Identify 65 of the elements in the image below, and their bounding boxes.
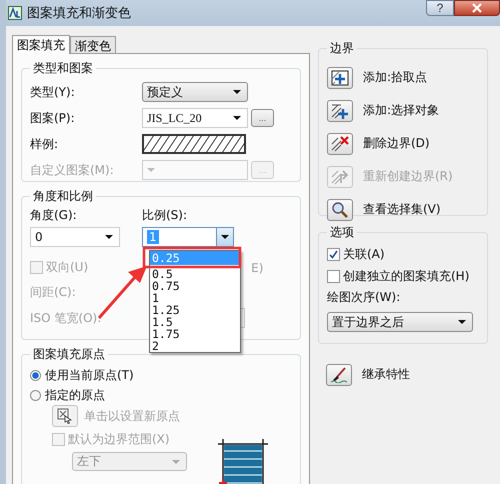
field-label: 样例: xyxy=(30,136,60,152)
tab[interactable]: 渐变色 xyxy=(70,36,116,53)
brick-wall-icon xyxy=(218,439,268,484)
checkbox[interactable] xyxy=(327,270,340,282)
field-label: 间距(C): xyxy=(30,284,76,300)
action-button[interactable] xyxy=(327,100,353,122)
button-caption: 删除边界(D) xyxy=(363,135,430,152)
list-item[interactable]: 0.75 xyxy=(150,280,240,292)
button-caption: 添加:拾取点 xyxy=(363,69,428,86)
field-label: 自定义图案(M): xyxy=(30,162,115,178)
field-label: 绘图次序(W): xyxy=(327,289,402,306)
field-label: 比例(S): xyxy=(142,207,188,224)
checkbox[interactable] xyxy=(327,248,340,260)
brush-icon xyxy=(330,366,348,382)
hatch-cross-icon xyxy=(331,136,349,152)
draw-order-dropdown[interactable]: 置于边界之后 xyxy=(327,312,473,332)
action-button[interactable] xyxy=(327,198,353,220)
radio-button[interactable] xyxy=(30,390,41,400)
checkbox-label: 双向(U) xyxy=(46,259,88,276)
radio-button[interactable] xyxy=(30,370,41,380)
button-caption: 查看选择集(V) xyxy=(363,201,441,218)
checkbox-label: 创建独立的图案填充(H) xyxy=(343,268,470,284)
hatch-plus-icon xyxy=(331,70,349,86)
browse-button[interactable]: ... xyxy=(251,109,274,127)
group-title: 图案填充原点 xyxy=(32,346,106,363)
field-label: 图案(P): xyxy=(30,110,76,126)
set-origin-button[interactable] xyxy=(52,405,78,427)
cursor-icon xyxy=(57,408,73,424)
radio-label: 指定的原点 xyxy=(45,386,105,404)
close-button[interactable] xyxy=(454,0,500,16)
field-label: 类型(Y): xyxy=(30,84,76,100)
hatch-swatch[interactable] xyxy=(142,134,246,154)
hatch-arrow-icon xyxy=(331,168,349,184)
action-button[interactable] xyxy=(327,66,353,88)
radio-label: 使用当前原点(T) xyxy=(45,366,134,384)
checkbox-label: 关联(A) xyxy=(343,246,385,262)
group-title: 选项 xyxy=(329,224,355,241)
list-item[interactable]: 0.5 xyxy=(150,268,240,280)
list-item[interactable]: 2 xyxy=(150,340,240,352)
close-icon xyxy=(472,3,482,13)
window-title: 图案填充和渐变色 xyxy=(27,5,131,22)
list-item[interactable]: 1 xyxy=(150,292,240,304)
dropdown[interactable]: JIS_LC_20 xyxy=(142,108,248,128)
group-title: 角度和比例 xyxy=(32,188,94,205)
button-caption: 继承特性 xyxy=(362,366,410,383)
list-item[interactable]: 1.25 xyxy=(150,304,240,316)
button-caption: 单击以设置新原点 xyxy=(84,408,180,424)
checkbox-label: E) xyxy=(251,260,264,274)
group-title: 边界 xyxy=(329,40,355,57)
help-button[interactable]: ? xyxy=(426,0,454,16)
checkbox-label: 默认为边界范围(X) xyxy=(68,431,170,448)
inherit-button[interactable] xyxy=(326,364,352,386)
list-item[interactable]: 1.5 xyxy=(150,316,240,328)
field-label: ISO 笔宽(O): xyxy=(30,310,102,326)
app-icon xyxy=(8,6,22,20)
group-title: 类型和图案 xyxy=(32,60,94,77)
dropdown[interactable]: 预定义 xyxy=(142,82,248,102)
list-item[interactable]: 1.75 xyxy=(150,328,240,340)
button-caption: 重新创建边界(R) xyxy=(363,168,453,185)
search-icon xyxy=(331,202,349,218)
angle-dropdown[interactable]: 0 xyxy=(30,227,120,247)
hatch-plus-icon xyxy=(331,102,349,118)
field-label: 角度(G): xyxy=(30,207,78,224)
button-caption: 添加:选择对象 xyxy=(363,102,440,119)
tab[interactable]: 图案填充 xyxy=(12,35,70,54)
